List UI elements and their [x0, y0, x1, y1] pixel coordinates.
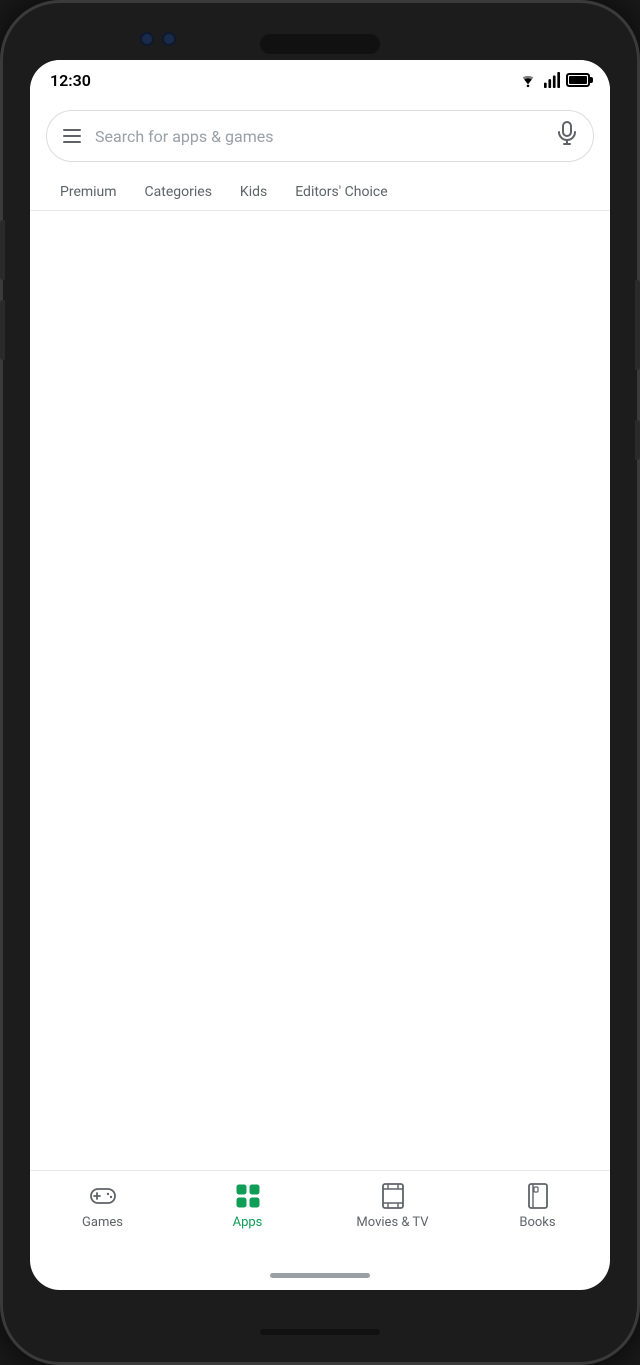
nav-item-movies[interactable]: Movies & TV [320, 1181, 465, 1230]
power-button[interactable] [635, 280, 640, 370]
phone-top-bar [0, 0, 640, 60]
hamburger-icon[interactable] [63, 129, 81, 143]
status-icons [518, 72, 590, 88]
film-icon [378, 1181, 408, 1211]
apps-icon [233, 1181, 263, 1211]
search-placeholder: Search for apps & games [95, 127, 543, 146]
front-camera [140, 32, 154, 46]
volume-down-button[interactable] [0, 300, 5, 360]
nav-label-books: Books [519, 1215, 555, 1230]
nav-item-apps[interactable]: Apps [175, 1181, 320, 1230]
phone-frame: 12:30 [0, 0, 640, 1365]
status-time: 12:30 [50, 71, 91, 90]
tabs-row: Premium Categories Kids Editors' Choice [30, 174, 610, 211]
side-button[interactable] [635, 420, 640, 460]
tab-kids[interactable]: Kids [226, 174, 281, 210]
screen: 12:30 [30, 60, 610, 1290]
status-bar: 12:30 [30, 60, 610, 100]
nav-label-games: Games [82, 1215, 123, 1230]
battery-icon [566, 73, 590, 87]
volume-up-button[interactable] [0, 220, 5, 280]
bottom-nav: Games Apps [30, 1170, 610, 1260]
nav-item-books[interactable]: Books [465, 1181, 610, 1230]
tab-editors-choice[interactable]: Editors' Choice [281, 174, 401, 210]
nav-label-movies: Movies & TV [356, 1215, 428, 1230]
nav-item-games[interactable]: Games [30, 1181, 175, 1230]
main-content [30, 211, 610, 1170]
tab-categories[interactable]: Categories [131, 174, 226, 210]
front-camera2 [162, 32, 176, 46]
mic-icon[interactable] [557, 121, 577, 151]
gamepad-icon [88, 1181, 118, 1211]
search-area: Search for apps & games [30, 100, 610, 162]
home-bar [270, 1273, 370, 1278]
nav-label-apps: Apps [233, 1215, 263, 1230]
home-indicator [30, 1260, 610, 1290]
bottom-speaker [260, 1329, 380, 1335]
search-bar[interactable]: Search for apps & games [46, 110, 594, 162]
speaker [260, 34, 380, 54]
signal-icon [544, 72, 560, 88]
book-icon [523, 1181, 553, 1211]
wifi-icon [518, 72, 538, 88]
tab-premium[interactable]: Premium [46, 174, 131, 210]
